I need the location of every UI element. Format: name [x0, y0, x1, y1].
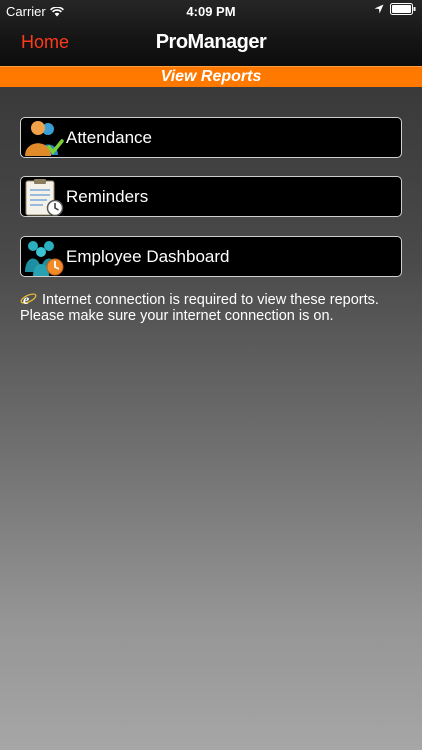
app-title: ProManager: [155, 31, 267, 53]
notice-text-2: Please make sure your internet connectio…: [20, 308, 334, 324]
navigation-bar: Home ProManager: [0, 22, 422, 66]
attendance-icon: [25, 121, 64, 156]
status-right: [374, 3, 416, 15]
reminders-icon: [25, 179, 64, 216]
attendance-label: Attendance: [66, 128, 153, 147]
location-arrow-icon: [374, 4, 384, 14]
svg-text:e: e: [23, 293, 29, 306]
reminders-button[interactable]: Reminders: [20, 176, 402, 217]
section-banner: View Reports: [0, 66, 422, 87]
notice-text-1: Internet connection is required to view …: [42, 292, 379, 308]
reminders-label: Reminders: [66, 187, 149, 206]
employee-dashboard-button[interactable]: Employee Dashboard: [20, 236, 402, 277]
employee-dashboard-icon: [25, 241, 64, 276]
clock: 4:09 PM: [186, 4, 236, 19]
employee-dashboard-label: Employee Dashboard: [66, 247, 230, 266]
internet-explorer-icon: e: [20, 293, 37, 306]
connection-notice: e Internet connection is required to vie…: [20, 291, 410, 324]
attendance-button[interactable]: Attendance: [20, 117, 402, 158]
status-bar: Carrier 4:09 PM: [0, 0, 422, 22]
notice-line-1: e Internet connection is required to vie…: [20, 291, 410, 308]
battery-icon: [390, 3, 416, 15]
